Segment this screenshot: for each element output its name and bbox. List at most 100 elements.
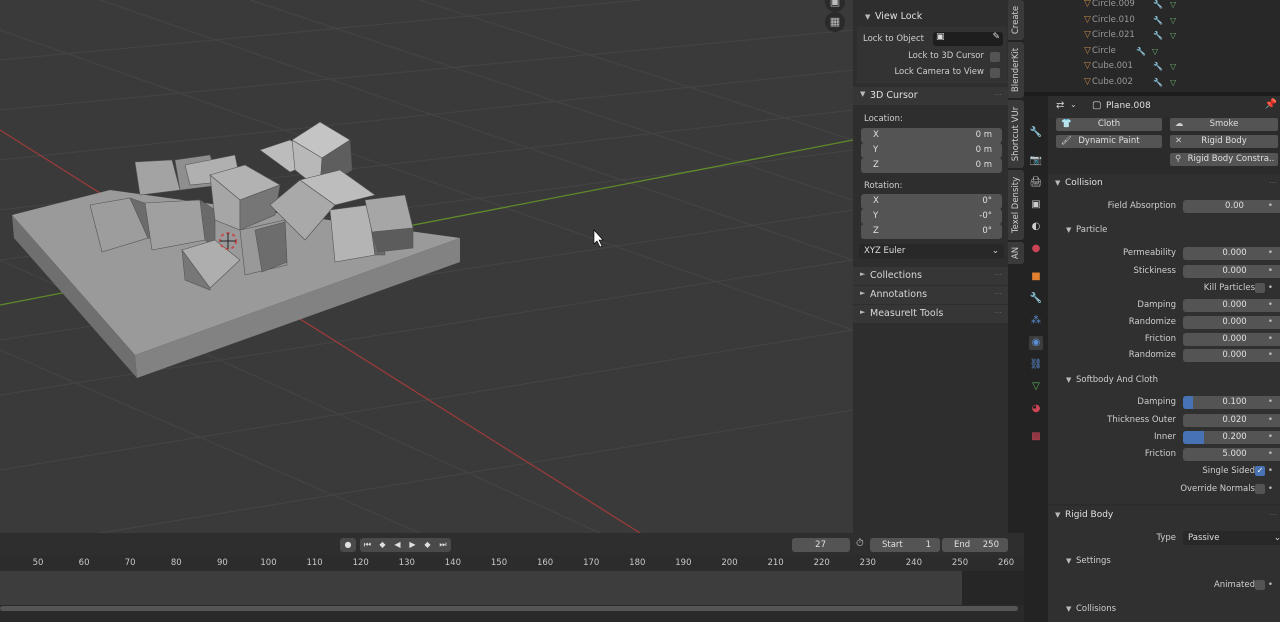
rigid-body-button[interactable]: ✕ Rigid Body bbox=[1170, 135, 1278, 148]
tab-an[interactable]: AN bbox=[1008, 242, 1024, 264]
render-icon[interactable]: 📷 bbox=[1029, 154, 1043, 168]
collections-header[interactable]: ► Collections ⋯ bbox=[853, 267, 1008, 285]
tool-icon[interactable]: 🔧 bbox=[1029, 126, 1043, 140]
outliner-row[interactable]: ▽ Circle.021 🔧 ▽ bbox=[1024, 28, 1280, 44]
lock-to-3d-cursor-checkbox[interactable] bbox=[990, 52, 1000, 62]
rotation-mode-dropdown[interactable]: XYZ Euler ⌄ bbox=[859, 244, 1004, 259]
play-button[interactable]: ▶ bbox=[405, 538, 420, 552]
mesh-data-icon[interactable]: ▽ bbox=[1170, 75, 1176, 91]
drag-grip-icon[interactable]: ⋯ bbox=[1269, 174, 1277, 192]
lock-to-object-field[interactable]: ▣ ✎ bbox=[933, 32, 1003, 46]
keyframe-dot-icon[interactable]: • bbox=[1268, 429, 1273, 445]
keyframe-dot-icon[interactable]: • bbox=[1268, 394, 1273, 410]
rigid-body-type-dropdown[interactable]: Passive ⌄ bbox=[1183, 531, 1280, 545]
mesh-data-icon[interactable]: ▽ bbox=[1170, 59, 1176, 75]
view-lock-header[interactable]: ▼ View Lock bbox=[859, 8, 922, 26]
rigid-body-constraint-button[interactable]: ⚲ Rigid Body Constra.. bbox=[1170, 153, 1278, 166]
current-frame-field[interactable]: 27 bbox=[792, 538, 850, 552]
keyframe-dot-icon[interactable]: • bbox=[1268, 198, 1273, 214]
keyframe-dot-icon[interactable]: • bbox=[1268, 463, 1273, 479]
keyframe-dot-icon[interactable]: • bbox=[1268, 446, 1273, 462]
keyframe-dot-icon[interactable]: • bbox=[1268, 263, 1273, 279]
prev-keyframe-button[interactable]: ◆ bbox=[375, 538, 390, 552]
keyframe-dot-icon[interactable]: • bbox=[1268, 280, 1273, 296]
single-sided-checkbox[interactable]: ✓ bbox=[1255, 466, 1265, 476]
particles-icon[interactable]: ⁂ bbox=[1029, 314, 1043, 328]
drag-grip-icon[interactable]: ⋯ bbox=[994, 270, 1002, 279]
pin-icon[interactable]: 📌 bbox=[1265, 99, 1277, 110]
collision-header[interactable]: ▼ Collision ⋯ bbox=[1048, 174, 1280, 192]
jump-end-button[interactable]: ⏭ bbox=[435, 538, 451, 552]
object-data-icon[interactable]: ▽ bbox=[1029, 380, 1043, 394]
tab-shortcut-vur[interactable]: Shortcut VUr bbox=[1008, 100, 1024, 168]
keyframe-dot-icon[interactable]: • bbox=[1268, 347, 1273, 363]
cursor-rotation-y[interactable]: Y -0° bbox=[861, 209, 1002, 224]
material-icon[interactable]: ◕ bbox=[1029, 402, 1043, 416]
modifier-icon[interactable]: 🔧 bbox=[1153, 28, 1163, 44]
editor-type-icon[interactable]: ⇄ bbox=[1056, 100, 1064, 111]
grid-view-icon[interactable]: ▦ bbox=[825, 12, 845, 32]
drag-grip-icon[interactable]: ⋯ bbox=[994, 308, 1002, 317]
permeability-field[interactable]: 0.000 bbox=[1183, 246, 1280, 260]
jump-start-button[interactable]: ⏮ bbox=[360, 538, 375, 552]
next-keyframe-button[interactable]: ◆ bbox=[420, 538, 435, 552]
outliner-row[interactable]: ▽ Circle 🔧 ▽ bbox=[1024, 44, 1280, 60]
frame-ruler[interactable]: 50 60 70 80 90 100 110 120 130 140 150 160 170 180 190… bbox=[0, 555, 1024, 571]
outliner-row[interactable]: ▽ Cube.001 🔧 ▽ bbox=[1024, 59, 1280, 75]
keyframe-dot-icon[interactable]: • bbox=[1268, 481, 1273, 497]
modifier-icon[interactable]: 🔧 bbox=[1153, 75, 1163, 91]
tab-blenderkit[interactable]: BlenderKit bbox=[1008, 42, 1024, 98]
stopwatch-icon[interactable]: ⏱ bbox=[856, 538, 864, 549]
outliner-row[interactable]: ▽ Circle.010 🔧 ▽ bbox=[1024, 13, 1280, 29]
drag-grip-icon[interactable]: ⋯ bbox=[994, 90, 1002, 99]
keyframe-dot-icon[interactable]: • bbox=[1268, 314, 1273, 330]
modifier-icon[interactable]: 🔧 bbox=[1029, 292, 1043, 306]
field-absorption-field[interactable]: 0.00 bbox=[1183, 199, 1280, 213]
kill-particles-checkbox[interactable] bbox=[1255, 283, 1265, 293]
outliner-row[interactable]: ▽ Cube.002 🔧 ▽ bbox=[1024, 75, 1280, 91]
keyframe-dot-icon[interactable]: • bbox=[1268, 245, 1273, 261]
modifier-icon[interactable]: 🔧 bbox=[1153, 59, 1163, 75]
keyframe-dot-icon[interactable]: • bbox=[1268, 331, 1273, 347]
timeline-scrollbar[interactable] bbox=[0, 606, 1018, 611]
3d-cursor-header[interactable]: ▼ 3D Cursor ⋯ bbox=[853, 87, 1008, 105]
tab-create[interactable]: Create bbox=[1008, 0, 1024, 40]
modifier-icon[interactable]: 🔧 bbox=[1136, 44, 1146, 60]
world-icon[interactable]: ● bbox=[1029, 242, 1043, 256]
cursor-rotation-z[interactable]: Z 0° bbox=[861, 224, 1002, 239]
cursor-location-x[interactable]: X 0 m bbox=[861, 128, 1002, 143]
damping-field[interactable]: 0.000 bbox=[1183, 298, 1280, 312]
constraints-icon[interactable]: ⛓ bbox=[1029, 358, 1043, 372]
mesh-data-icon[interactable]: ▽ bbox=[1170, 13, 1176, 29]
output-icon[interactable]: 🖨 bbox=[1029, 176, 1043, 190]
rigid-body-header[interactable]: ▼ Rigid Body ⋯ bbox=[1048, 506, 1280, 524]
measureit-header[interactable]: ► MeasureIt Tools ⋯ bbox=[853, 305, 1008, 323]
start-frame-field[interactable]: Start 1 bbox=[870, 538, 940, 552]
tab-texel-density[interactable]: Texel Density bbox=[1008, 170, 1024, 240]
drag-grip-icon[interactable]: ⋯ bbox=[994, 289, 1002, 298]
collisions-subpanel-header[interactable]: ▼ Collisions bbox=[1048, 601, 1280, 617]
stickiness-field[interactable]: 0.000 bbox=[1183, 264, 1280, 278]
eyedropper-icon[interactable]: ✎ bbox=[992, 32, 1000, 42]
end-frame-field[interactable]: End 250 bbox=[942, 538, 1008, 552]
physics-icon[interactable]: ◉ bbox=[1029, 336, 1043, 350]
3d-viewport[interactable]: ▣ ▦ bbox=[0, 0, 853, 533]
drag-grip-icon[interactable]: ⋯ bbox=[1269, 506, 1277, 524]
texture-icon[interactable]: ▩ bbox=[1029, 430, 1043, 444]
cursor-location-z[interactable]: Z 0 m bbox=[861, 158, 1002, 173]
particle-subpanel-header[interactable]: ▼ Particle bbox=[1048, 222, 1280, 238]
thickness-outer-field[interactable]: 0.020 bbox=[1183, 413, 1280, 427]
friction-field[interactable]: 0.000 bbox=[1183, 332, 1280, 346]
lock-camera-to-view-checkbox[interactable] bbox=[990, 68, 1000, 78]
damping-randomize-field[interactable]: 0.000 bbox=[1183, 315, 1280, 329]
dynamic-paint-button[interactable]: 🖌 Dynamic Paint bbox=[1056, 135, 1162, 148]
timeline-track[interactable] bbox=[0, 571, 962, 605]
keyframe-dot-icon[interactable]: • bbox=[1268, 297, 1273, 313]
softbody-damping-field[interactable]: 0.100 bbox=[1183, 395, 1280, 409]
play-reverse-button[interactable]: ◀ bbox=[390, 538, 405, 552]
softbody-friction-field[interactable]: 5.000 bbox=[1183, 447, 1280, 461]
mesh-data-icon[interactable]: ▽ bbox=[1170, 28, 1176, 44]
scene-icon[interactable]: ◐ bbox=[1029, 220, 1043, 234]
override-normals-checkbox[interactable] bbox=[1255, 484, 1265, 494]
object-icon[interactable]: ■ bbox=[1029, 270, 1043, 284]
